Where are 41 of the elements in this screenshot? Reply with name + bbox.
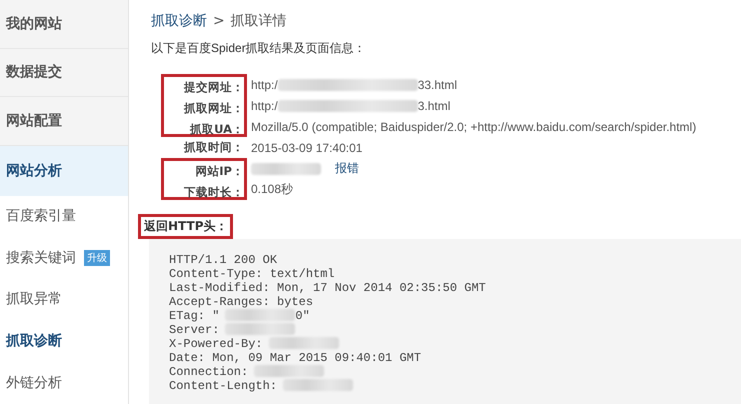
header-line: 0" xyxy=(295,309,310,323)
intro-text: 以下是百度Spider抓取结果及页面信息： xyxy=(151,40,367,57)
field-value: http:/ xyxy=(251,78,278,92)
section-label: 返回HTTP头： xyxy=(138,214,234,239)
field-value: Mozilla/5.0 (compatible; Baiduspider/2.0; +http://www.baidu.com/search/spider.html) xyxy=(251,120,696,134)
header-line: HTTP/1.1 200 OK xyxy=(169,253,278,267)
header-line: Date: Mon, 09 Mar 2015 09:40:01 GMT xyxy=(169,351,422,365)
redaction-mark xyxy=(268,337,339,349)
upgrade-badge: 升级 xyxy=(84,250,110,266)
redaction-mark xyxy=(225,323,296,335)
field-label: 抓取网址： xyxy=(184,100,244,117)
redaction-mark xyxy=(225,309,296,321)
redaction-mark xyxy=(251,162,321,174)
breadcrumb-separator: > xyxy=(213,13,225,29)
sidebar-section[interactable]: 网站配置 xyxy=(0,97,128,146)
field-value: http:/ xyxy=(251,98,278,112)
sidebar-section[interactable]: 我的网站 xyxy=(0,0,128,48)
breadcrumb-current: 抓取详情 xyxy=(230,12,287,30)
header-line: Content-Length: xyxy=(169,379,278,393)
header-line: Last-Modified: Mon, 17 Nov 2014 02:35:50 GMT xyxy=(169,281,486,295)
field-label: 抓取时间： xyxy=(184,139,244,156)
header-line: X-Powered-By: xyxy=(169,337,263,351)
header-line: ETag: " xyxy=(169,309,220,323)
header-line: Accept-Ranges: bytes xyxy=(169,295,314,309)
field-label: 网站IP： xyxy=(195,163,244,180)
redaction-mark xyxy=(283,379,354,391)
report-link[interactable]: 报错 xyxy=(335,160,359,177)
field-value: 3.html xyxy=(418,98,450,112)
header-line: Content-Type: text/html xyxy=(169,267,335,281)
header-line: Connection: xyxy=(169,365,248,379)
field-label: 下载时长： xyxy=(184,184,244,201)
field-value: 2015-03-09 17:40:01 xyxy=(251,140,362,154)
header-line: Server: xyxy=(169,323,220,337)
breadcrumb-link[interactable]: 抓取诊断 xyxy=(151,12,207,30)
sidebar-section[interactable]: 数据提交 xyxy=(0,48,128,97)
field-value: 0.108秒 xyxy=(251,181,294,198)
redaction-mark xyxy=(254,365,324,377)
field-label: 抓取UA： xyxy=(190,121,244,138)
field-value: 33.html xyxy=(418,78,458,92)
sidebar-section[interactable]: 网站分析 xyxy=(0,146,128,196)
field-label: 提交网址： xyxy=(184,79,244,96)
